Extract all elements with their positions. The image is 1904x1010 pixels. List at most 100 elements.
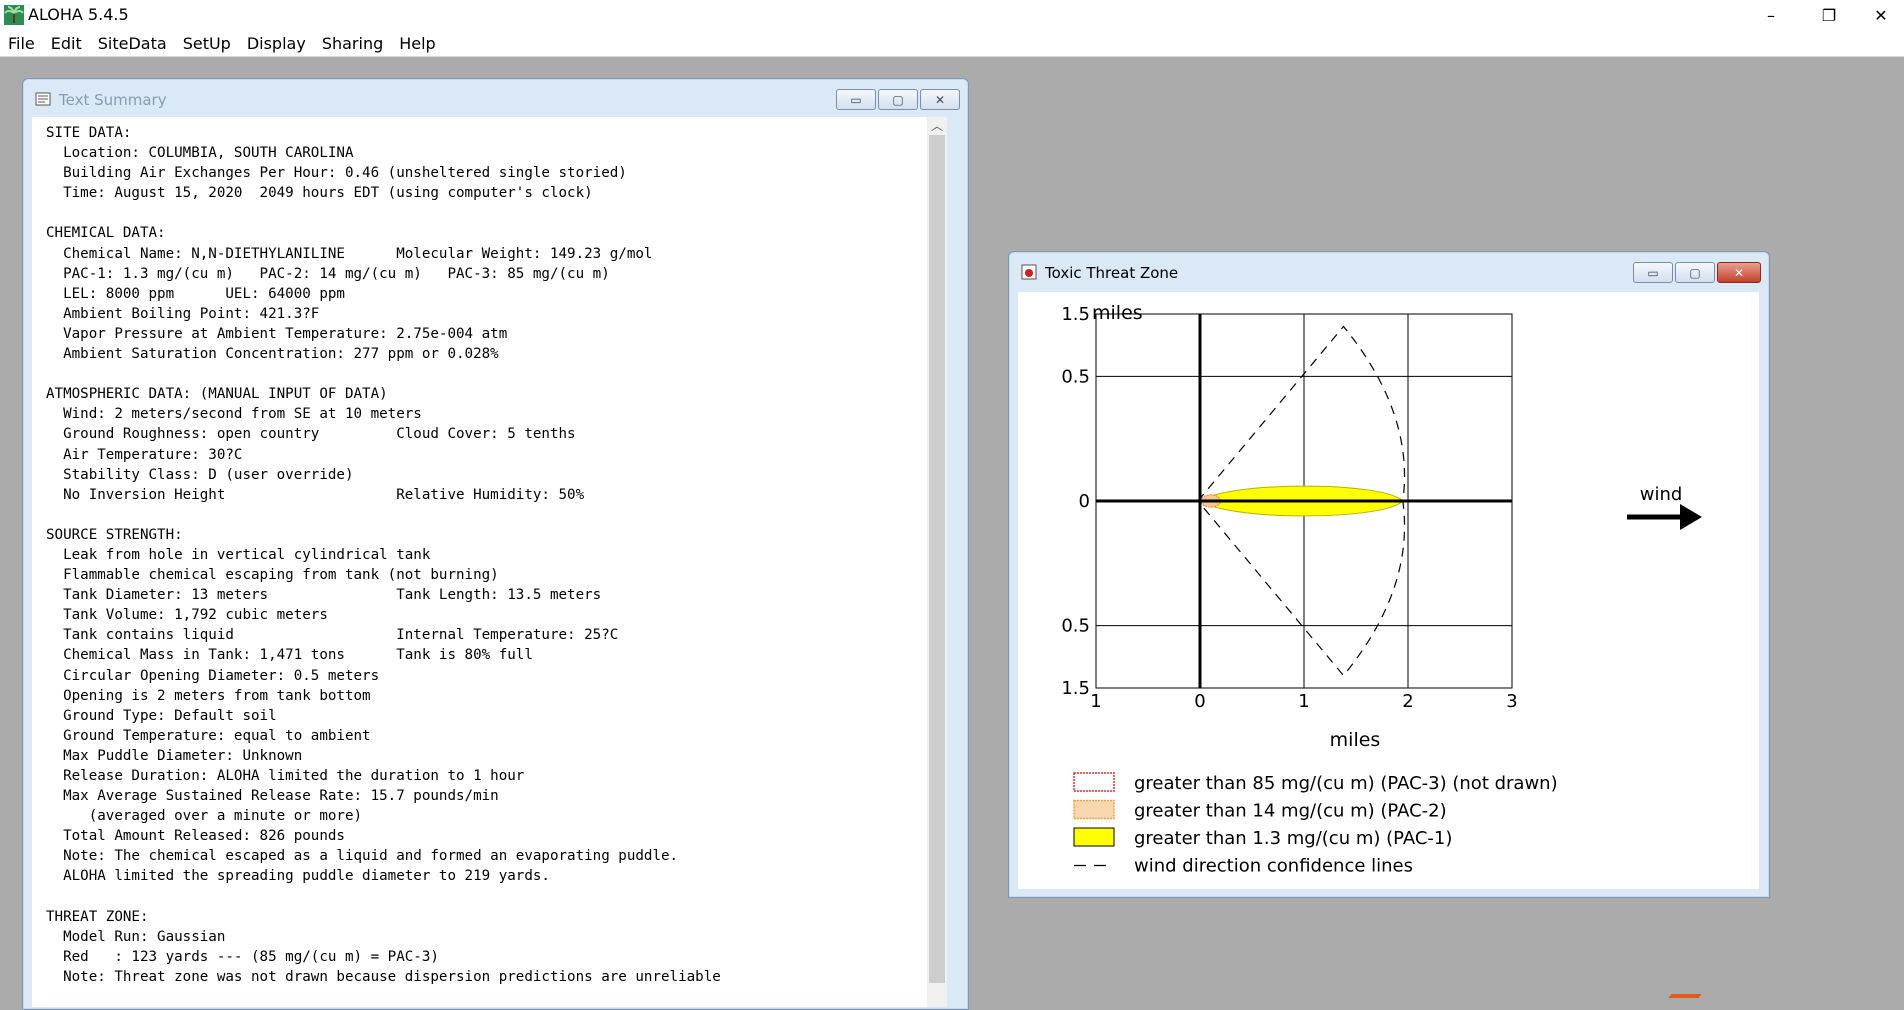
- minimize-icon: ▭: [850, 92, 862, 107]
- y-tick-label: 1.5: [1061, 678, 1090, 699]
- x-tick-label: 1: [1090, 691, 1101, 712]
- menu-setup[interactable]: SetUp: [175, 34, 239, 53]
- summary-line: Ambient Saturation Concentration: 277 pp…: [63, 346, 499, 363]
- threat-zone-chart: miles miles 1.5 0.5 0 0.5 1.5 1 0 1 2 3 wind gre…: [1061, 302, 1702, 877]
- x-axis-label: miles: [1330, 729, 1381, 751]
- text-close-button[interactable]: ✕: [920, 89, 960, 110]
- y-tick-label: 0.5: [1061, 366, 1090, 387]
- menu-bar: File Edit SiteData SetUp Display Sharing…: [0, 30, 1904, 57]
- summary-line: Time: August 15, 2020 2049 hours EDT (us…: [63, 185, 593, 202]
- summary-line: Tank contains liquid Internal Temperatur…: [63, 627, 619, 644]
- summary-line: SOURCE STRENGTH:: [46, 526, 183, 543]
- summary-line: Total Amount Released: 826 pounds: [63, 828, 345, 845]
- summary-line: No Inversion Height Relative Humidity: 5…: [63, 486, 585, 503]
- threat-minimize-button[interactable]: ▭: [1633, 262, 1673, 283]
- threat-zone-title: Toxic Threat Zone: [1045, 264, 1179, 282]
- summary-line: Circular Opening Diameter: 0.5 meters: [63, 667, 380, 684]
- summary-line: Chemical Mass in Tank: 1,471 tons Tank i…: [63, 647, 533, 664]
- summary-line: Ground Temperature: equal to ambient: [63, 727, 371, 744]
- restore-button[interactable]: ❐: [1806, 0, 1852, 30]
- summary-line: Flammable chemical escaping from tank (n…: [63, 567, 499, 584]
- summary-line: LEL: 8000 ppm UEL: 64000 ppm: [63, 285, 345, 302]
- x-tick-label: 2: [1402, 691, 1413, 712]
- summary-line: SITE DATA:: [46, 125, 132, 141]
- maximize-icon: ▢: [1689, 265, 1701, 280]
- summary-line: ATMOSPHERIC DATA: (MANUAL INPUT OF DATA): [46, 386, 388, 403]
- summary-line: Release Duration: ALOHA limited the dura…: [63, 768, 525, 784]
- summary-line: (averaged over a minute or more): [88, 808, 363, 825]
- cursor-artifact: [1668, 994, 1702, 998]
- summary-line: Chemical Name: N,N-DIETHYLANILINE Molecu…: [63, 245, 653, 262]
- vertical-scrollbar[interactable]: ︿: [927, 117, 947, 1007]
- summary-text: SITE DATA: Location: COLUMBIA, SOUTH CAR…: [32, 117, 947, 987]
- palm-tree-icon: [4, 5, 24, 25]
- close-icon: ✕: [934, 92, 946, 107]
- chart-legend: greater than 85 mg/(cu m) (PAC-3) (not d…: [1073, 772, 1558, 877]
- legend-label: greater than 85 mg/(cu m) (PAC-3) (not d…: [1134, 773, 1558, 794]
- summary-line: Tank Volume: 1,792 cubic meters: [63, 607, 328, 624]
- scroll-up-icon[interactable]: ︿: [927, 117, 947, 135]
- threat-zone-titlebar[interactable]: Toxic Threat Zone ▭ ▢ ✕: [1009, 252, 1769, 286]
- x-tick-labels: 1 0 1 2 3: [1090, 691, 1517, 712]
- summary-line: Ground Type: Default soil: [63, 707, 277, 724]
- summary-line: Max Average Sustained Release Rate: 15.7…: [63, 788, 499, 805]
- summary-line: THREAT ZONE:: [46, 908, 149, 925]
- summary-line: Wind: 2 meters/second from SE at 10 mete…: [63, 406, 422, 423]
- summary-line: Tank Diameter: 13 meters Tank Length: 13…: [63, 587, 602, 604]
- minimize-icon: ▭: [1647, 265, 1659, 280]
- threat-zone-icon: [1021, 264, 1037, 280]
- y-tick-label: 1.5: [1061, 304, 1090, 325]
- summary-line: ALOHA limited the spreading puddle diame…: [63, 868, 550, 885]
- menu-sitedata[interactable]: SiteData: [90, 34, 175, 53]
- legend-label: wind direction confidence lines: [1134, 856, 1413, 877]
- text-maximize-button[interactable]: ▢: [878, 89, 918, 110]
- y-tick-label: 0: [1079, 491, 1090, 512]
- legend-swatch-pac3: [1073, 772, 1115, 792]
- summary-line: Ground Roughness: open country Cloud Cov…: [63, 426, 576, 443]
- y-axis-label: miles: [1092, 302, 1143, 324]
- minimize-button[interactable]: –: [1748, 0, 1794, 30]
- text-summary-title: Text Summary: [59, 91, 167, 109]
- wind-label: wind: [1640, 484, 1683, 505]
- legend-swatch-pac1: [1073, 827, 1115, 847]
- summary-line: Vapor Pressure at Ambient Temperature: 2…: [63, 325, 508, 342]
- text-summary-titlebar[interactable]: Text Summary ▭ ▢ ✕: [23, 79, 968, 113]
- x-tick-label: 3: [1506, 691, 1517, 712]
- wind-arrow-icon: [1627, 504, 1702, 530]
- text-summary-window[interactable]: Text Summary ▭ ▢ ✕ SITE DATA: Location: …: [22, 78, 969, 1010]
- document-icon: [35, 92, 51, 106]
- x-tick-label: 0: [1194, 691, 1205, 712]
- text-summary-pane[interactable]: SITE DATA: Location: COLUMBIA, SOUTH CAR…: [32, 117, 947, 1007]
- summary-line: Note: The chemical escaped as a liquid a…: [63, 848, 679, 865]
- app-titlebar: ALOHA 5.4.5 – ❐ ✕: [0, 0, 1904, 30]
- y-tick-labels: 1.5 0.5 0 0.5 1.5: [1061, 304, 1090, 699]
- menu-sharing[interactable]: Sharing: [314, 34, 391, 53]
- summary-line: PAC-1: 1.3 mg/(cu m) PAC-2: 14 mg/(cu m)…: [63, 265, 610, 282]
- menu-help[interactable]: Help: [391, 34, 443, 53]
- scroll-thumb[interactable]: [929, 135, 945, 983]
- close-icon: ✕: [1733, 265, 1745, 280]
- summary-line: Note: Threat zone was not drawn because …: [63, 968, 721, 985]
- summary-line: Location: COLUMBIA, SOUTH CAROLINA: [63, 145, 354, 162]
- maximize-icon: ▢: [892, 92, 904, 107]
- summary-line: Stability Class: D (user override): [63, 466, 354, 483]
- menu-file[interactable]: File: [0, 34, 43, 53]
- threat-zone-window[interactable]: Toxic Threat Zone ▭ ▢ ✕ miles miles 1.5 0…: [1008, 251, 1770, 898]
- threat-maximize-button[interactable]: ▢: [1675, 262, 1715, 283]
- summary-line: Air Temperature: 30?C: [63, 446, 243, 463]
- text-minimize-button[interactable]: ▭: [836, 89, 876, 110]
- y-tick-label: 0.5: [1061, 616, 1090, 637]
- x-tick-label: 1: [1298, 691, 1309, 712]
- summary-line: Building Air Exchanges Per Hour: 0.46 (u…: [63, 165, 627, 182]
- legend-label: greater than 1.3 mg/(cu m) (PAC-1): [1134, 828, 1452, 849]
- threat-close-button[interactable]: ✕: [1717, 262, 1761, 283]
- app-title: ALOHA 5.4.5: [28, 5, 129, 24]
- legend-swatch-pac2: [1073, 799, 1115, 820]
- close-button[interactable]: ✕: [1858, 0, 1904, 30]
- summary-line: Max Puddle Diameter: Unknown: [63, 747, 303, 764]
- menu-display[interactable]: Display: [239, 34, 314, 53]
- summary-line: CHEMICAL DATA:: [46, 225, 166, 242]
- summary-line: Model Run: Gaussian: [63, 928, 226, 945]
- threat-zone-pane: miles miles 1.5 0.5 0 0.5 1.5 1 0 1 2 3 wind gre…: [1018, 292, 1759, 889]
- menu-edit[interactable]: Edit: [43, 34, 90, 53]
